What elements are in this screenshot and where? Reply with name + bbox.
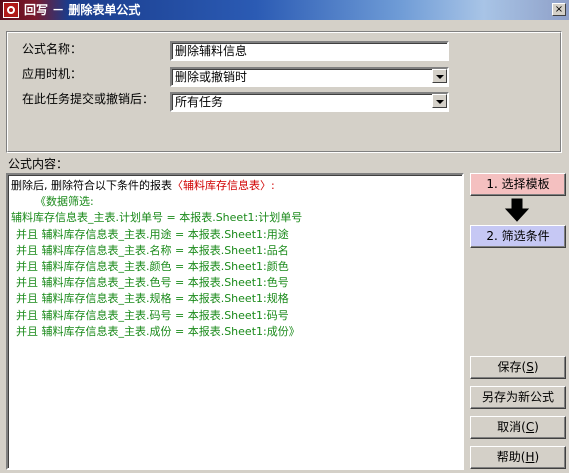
- select-template-button[interactable]: 1. 选择模板: [470, 173, 566, 196]
- apply-timing-label: 应用时机：: [22, 67, 83, 81]
- task-value: 所有任务: [175, 95, 224, 109]
- cancel-button[interactable]: 取消(C): [470, 416, 566, 439]
- app-icon: [3, 2, 19, 18]
- formula-name-label: 公式名称：: [22, 42, 83, 56]
- close-icon: ×: [554, 4, 564, 15]
- dialog-window: 回写 － 删除表单公式 × 公式名称： 删除辅料信息 应用时机： 删除或撤销时 …: [0, 0, 569, 473]
- formula-line: 《数据筛选:: [35, 195, 94, 209]
- save-as-new-formula-button[interactable]: 另存为新公式: [470, 386, 566, 409]
- apply-timing-select[interactable]: 删除或撤销时: [170, 67, 449, 87]
- task-select[interactable]: 所有任务: [170, 92, 449, 112]
- formula-content-area[interactable]: 删除后, 删除符合以下条件的报表〈辅料库存信息表〉: 《数据筛选: 辅料库存信息…: [6, 173, 464, 470]
- dropdown-arrow-icon[interactable]: [432, 94, 447, 108]
- formula-line: 辅料库存信息表_主表.计划单号 = 本报表.Sheet1:计划单号: [11, 211, 303, 225]
- window-title: 回写 － 删除表单公式: [24, 3, 141, 17]
- formula-line: 并且 辅料库存信息表_主表.码号 = 本报表.Sheet1:码号: [16, 308, 289, 322]
- formula-line: 并且 辅料库存信息表_主表.名称 = 本报表.Sheet1:品名: [16, 243, 289, 257]
- formula-line: 并且 辅料库存信息表_主表.色号 = 本报表.Sheet1:色号: [16, 276, 289, 290]
- formula-line: 并且 辅料库存信息表_主表.颜色 = 本报表.Sheet1:颜色: [16, 260, 289, 274]
- formula-line: 删除后, 删除符合以下条件的报表〈辅料库存信息表〉:: [11, 179, 275, 192]
- cancel-label: 取消: [497, 420, 522, 434]
- formula-table-ref: 〈辅料库存信息表〉:: [172, 179, 275, 192]
- task-label: 在此任务提交或撤销后：: [22, 92, 155, 106]
- down-arrow-icon: [504, 198, 530, 222]
- help-key: H: [525, 450, 535, 464]
- help-button[interactable]: 帮助(H): [470, 446, 566, 469]
- close-button[interactable]: ×: [552, 3, 566, 16]
- save-button[interactable]: 保存(S): [470, 356, 566, 379]
- formula-line: 并且 辅料库存信息表_主表.成份 = 本报表.Sheet1:成份》: [16, 324, 300, 338]
- save-key: S: [526, 360, 534, 374]
- dropdown-arrow-icon[interactable]: [432, 69, 447, 83]
- formula-name-input[interactable]: 删除辅料信息: [170, 41, 449, 61]
- formula-line: 并且 辅料库存信息表_主表.用途 = 本报表.Sheet1:用途: [16, 227, 289, 241]
- filter-condition-button[interactable]: 2. 筛选条件: [470, 225, 566, 248]
- help-label: 帮助: [496, 450, 521, 464]
- save-label: 保存: [497, 360, 522, 374]
- formula-line: 并且 辅料库存信息表_主表.规格 = 本报表.Sheet1:规格: [16, 292, 289, 306]
- cancel-key: C: [525, 420, 535, 434]
- title-bar[interactable]: 回写 － 删除表单公式 ×: [0, 0, 569, 20]
- formula-content-label: 公式内容：: [8, 157, 69, 171]
- apply-timing-value: 删除或撤销时: [175, 70, 248, 84]
